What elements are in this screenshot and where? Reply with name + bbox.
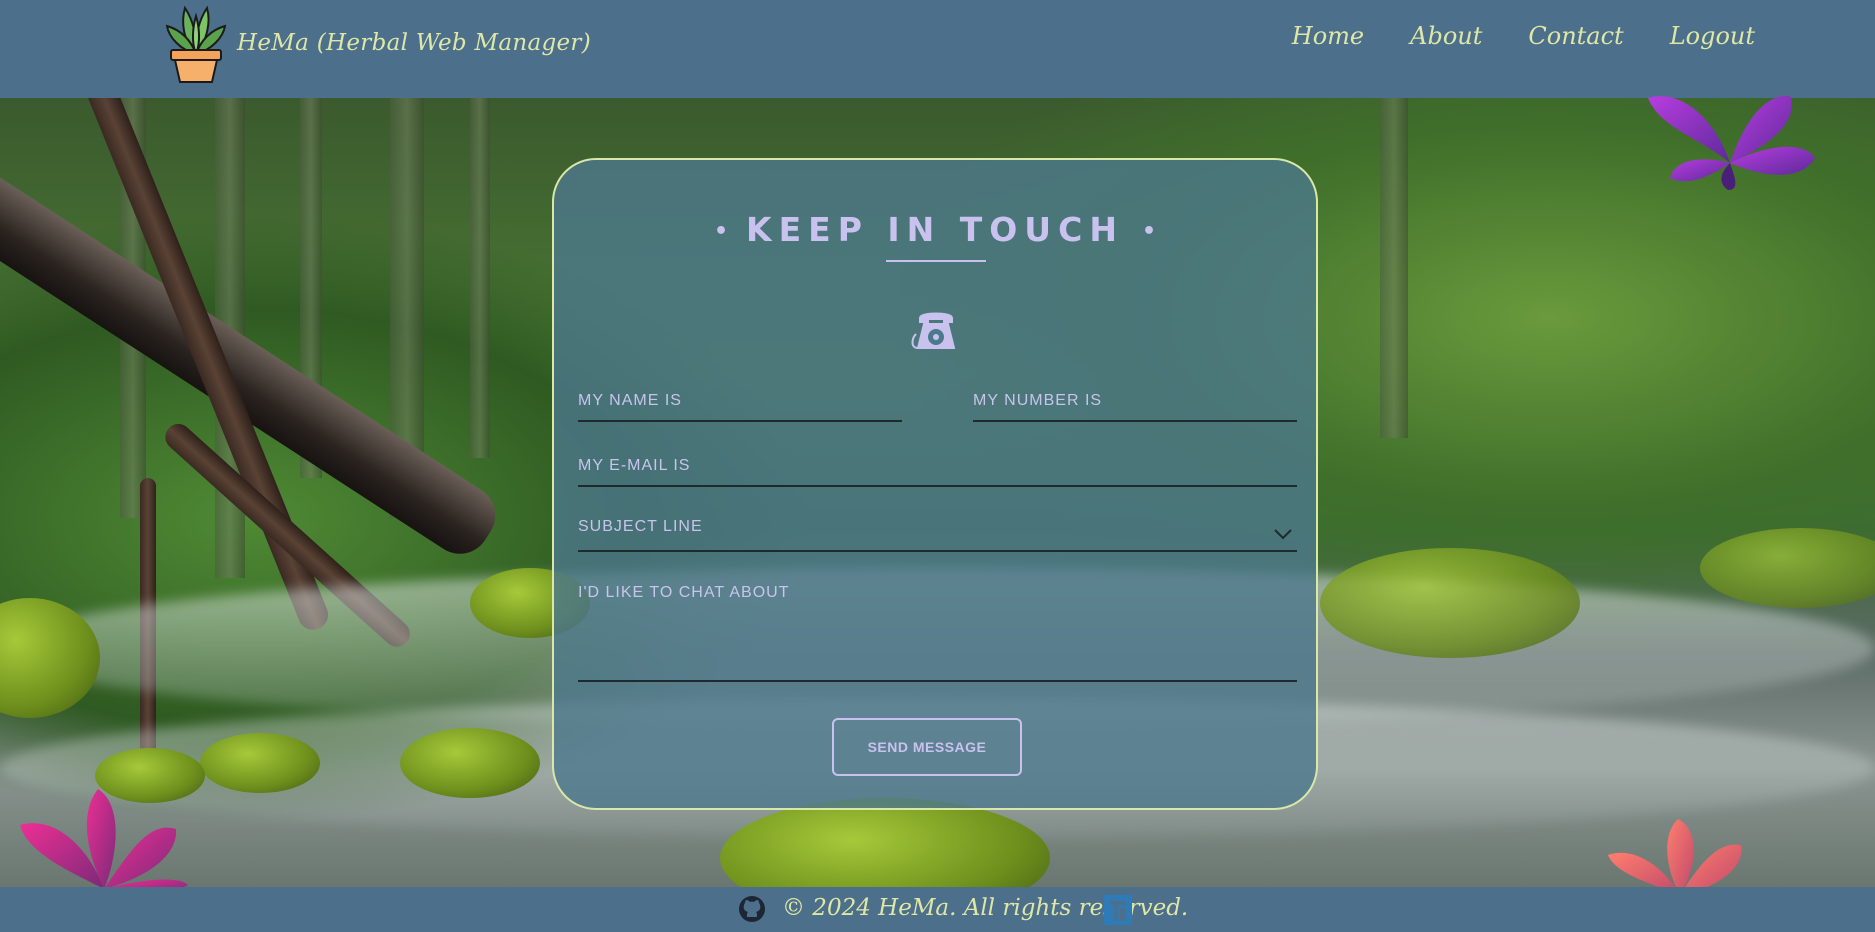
brand-title: HeMa (Herbal Web Manager) xyxy=(237,30,591,56)
contact-form-card: • KEEP IN TOUCH • SUBJECT LINE SEND MESSAG… xyxy=(552,158,1318,810)
subject-select[interactable]: SUBJECT LINE xyxy=(578,518,1297,552)
purple-flower-decoration xyxy=(1648,95,1815,190)
nav-home-link[interactable]: Home xyxy=(1292,22,1364,50)
contact-form-title: • KEEP IN TOUCH • xyxy=(554,210,1316,249)
potted-plant-logo-icon xyxy=(165,5,227,83)
title-underline xyxy=(886,260,986,262)
telephone-icon xyxy=(911,312,956,349)
nav-logout-link[interactable]: Logout xyxy=(1670,22,1755,50)
footer: © 2024 HeMa. All rights reserved. xyxy=(0,887,1875,932)
title-dot-left: • xyxy=(713,219,729,244)
nav-contact-link[interactable]: Contact xyxy=(1528,22,1623,50)
nav-about-link[interactable]: About xyxy=(1410,22,1482,50)
contact-form-title-text: KEEP IN TOUCH xyxy=(746,210,1124,249)
name-input[interactable] xyxy=(578,388,902,422)
main-nav: Home About Contact Logout xyxy=(1292,22,1755,50)
chevron-down-icon xyxy=(1274,529,1292,540)
number-input[interactable] xyxy=(973,388,1297,422)
subject-select-value: SUBJECT LINE xyxy=(578,518,703,535)
pink-flower-decoration xyxy=(20,789,188,895)
github-icon[interactable] xyxy=(738,895,766,923)
title-dot-right: • xyxy=(1141,219,1157,244)
docs-icon[interactable] xyxy=(1104,895,1132,925)
send-message-button[interactable]: SEND MESSAGE xyxy=(832,718,1022,776)
brand[interactable]: HeMa (Herbal Web Manager) xyxy=(163,2,591,84)
email-input[interactable] xyxy=(578,453,1297,487)
top-navbar: HeMa (Herbal Web Manager) Home About Con… xyxy=(0,0,1875,98)
message-textarea[interactable] xyxy=(578,584,1297,682)
